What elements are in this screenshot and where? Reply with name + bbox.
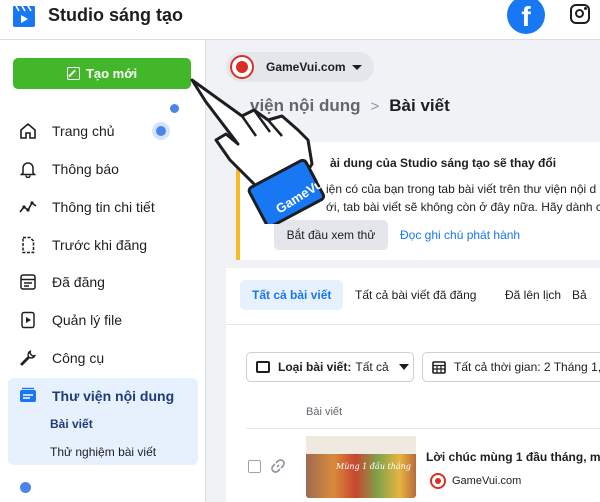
link-icon bbox=[270, 458, 286, 478]
thumbnail-caption: Mùng 1 đầu tháng bbox=[336, 462, 411, 471]
home-icon bbox=[18, 121, 38, 141]
sidebar-item-label: Trang chủ bbox=[52, 123, 115, 139]
sidebar-item-notifications[interactable]: Thông báo bbox=[8, 151, 198, 187]
sidebar-item-label: Quản lý file bbox=[52, 312, 123, 328]
sidebar: Tạo mới Trang chủ Thông báo Thông tin ch… bbox=[0, 40, 206, 502]
column-header-post: Bài viết bbox=[306, 406, 343, 418]
notice-body-line: ới, tab bài viết sẽ không còn ở đây nữa.… bbox=[326, 200, 600, 214]
time-filter[interactable]: Tất cả thời gian: 2 Tháng 1, bbox=[422, 352, 600, 382]
post-thumbnail[interactable]: Mùng 1 đầu tháng bbox=[306, 436, 416, 498]
published-icon bbox=[18, 272, 38, 292]
gamevui-logo bbox=[430, 473, 446, 489]
divider bbox=[246, 428, 600, 429]
document-icon bbox=[18, 235, 38, 255]
chevron-right-icon: > bbox=[370, 97, 380, 115]
post-type-value: Tất cả bbox=[355, 360, 389, 374]
facebook-icon[interactable]: f bbox=[507, 0, 545, 34]
content-library-icon bbox=[18, 386, 38, 406]
notification-dot bbox=[156, 126, 166, 136]
file-manager-icon bbox=[18, 310, 38, 330]
notice-body: iện có của bạn trong tab bài viết trên t… bbox=[326, 180, 600, 216]
sidebar-item-label: Công cụ bbox=[52, 350, 105, 366]
tab-all-posts[interactable]: Tất cả bài viết bbox=[240, 280, 344, 310]
tutorial-dot bbox=[170, 104, 179, 113]
sidebar-item-label: Thông báo bbox=[52, 161, 119, 177]
notice-title: ài dung của Studio sáng tạo sẽ thay đổi bbox=[330, 156, 557, 170]
sidebar-subitem-posts[interactable]: Bài viết bbox=[50, 417, 93, 431]
notice-body-line: iện có của bạn trong tab bài viết trên t… bbox=[326, 182, 597, 196]
row-checkbox[interactable] bbox=[248, 460, 261, 473]
instagram-icon[interactable] bbox=[570, 4, 590, 24]
sidebar-item-before-posting[interactable]: Trước khi đăng bbox=[8, 227, 198, 263]
tab-scheduled[interactable]: Đã lên lịch bbox=[505, 280, 561, 310]
post-type-filter[interactable]: Loại bài viết: Tất cả bbox=[246, 352, 414, 382]
post-title[interactable]: Lời chúc mùng 1 đầu tháng, mùn bbox=[426, 450, 600, 464]
post-source-name: GameVui.com bbox=[452, 475, 522, 487]
post-type-icon bbox=[256, 361, 270, 373]
studio-clapper-icon bbox=[13, 6, 35, 27]
sidebar-item-label: Thư viện nội dung bbox=[52, 388, 175, 404]
time-filter-value: Tất cả thời gian: 2 Tháng 1, bbox=[454, 360, 600, 374]
sidebar-item-tools[interactable]: Công cụ bbox=[8, 340, 198, 376]
sidebar-item-file-manager[interactable]: Quản lý file bbox=[8, 302, 198, 338]
breadcrumb-current: Bài viết bbox=[389, 96, 450, 115]
sidebar-item-insights[interactable]: Thông tin chi tiết bbox=[8, 189, 198, 225]
notification-dot bbox=[20, 482, 31, 493]
post-source: GameVui.com bbox=[430, 473, 521, 489]
chevron-down-icon bbox=[398, 364, 409, 370]
calendar-icon bbox=[432, 361, 446, 374]
edit-icon bbox=[66, 67, 80, 80]
release-notes-link[interactable]: Đọc ghi chú phát hành bbox=[400, 228, 520, 242]
tab-drafts[interactable]: Bả bbox=[572, 280, 587, 310]
wrench-icon bbox=[18, 348, 38, 368]
tab-all-published[interactable]: Tất cả bài viết đã đăng bbox=[355, 280, 476, 310]
sidebar-subitem-post-testing[interactable]: Thử nghiệm bài viết bbox=[50, 445, 156, 459]
app-title: Studio sáng tạo bbox=[48, 5, 183, 25]
post-type-label: Loại bài viết: bbox=[278, 360, 352, 374]
start-preview-button[interactable]: Bắt đầu xem thử bbox=[274, 220, 388, 250]
pointing-hand-overlay: GameVui bbox=[190, 78, 328, 224]
create-new-label: Tạo mới bbox=[85, 66, 138, 81]
sidebar-item-label: Thông tin chi tiết bbox=[52, 199, 155, 215]
top-bar: Studio sáng tạo f bbox=[0, 0, 600, 40]
insights-icon bbox=[18, 197, 38, 217]
sidebar-item-published[interactable]: Đã đăng bbox=[8, 264, 198, 300]
chevron-down-icon bbox=[351, 64, 362, 70]
bell-icon bbox=[18, 159, 38, 179]
sidebar-item-label: Trước khi đăng bbox=[52, 237, 148, 253]
page-selector-label: GameVui.com bbox=[266, 60, 346, 74]
sidebar-item-label: Đã đăng bbox=[52, 274, 105, 290]
create-new-button[interactable]: Tạo mới bbox=[13, 58, 191, 89]
posts-panel: Tất cả bài viết Tất cả bài viết đã đăng … bbox=[226, 268, 600, 502]
content-library-submenu: Bài viết Thử nghiệm bài viết bbox=[8, 407, 198, 465]
divider bbox=[226, 324, 600, 325]
